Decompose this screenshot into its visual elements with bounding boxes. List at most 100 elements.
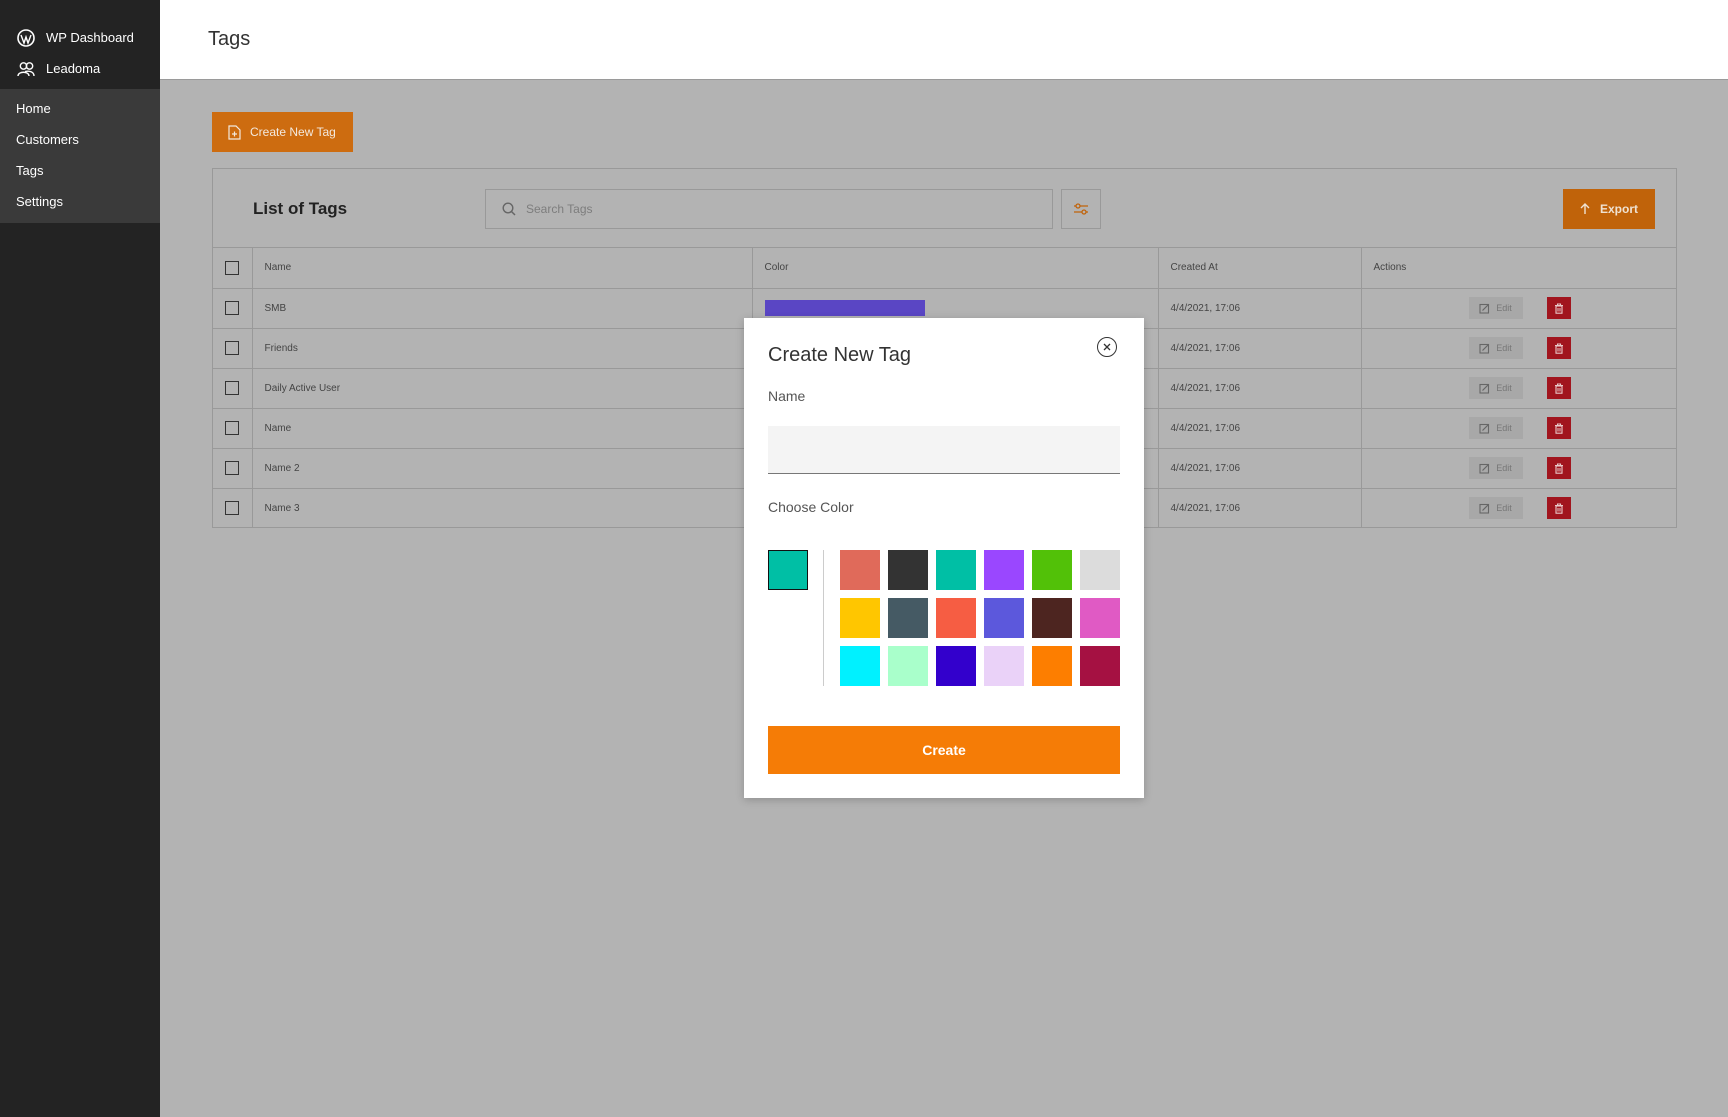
- delete-button[interactable]: [1546, 337, 1571, 359]
- edit-button[interactable]: Edit: [1468, 457, 1523, 479]
- tag-name-cell: SMB: [251, 287, 753, 329]
- sidebar: WP Dashboard Leadoma Home Customers Tags…: [0, 0, 160, 1117]
- close-modal-button[interactable]: [1097, 337, 1117, 357]
- wp-dashboard-link[interactable]: WP Dashboard: [0, 22, 160, 53]
- create-new-tag-button[interactable]: Create New Tag: [212, 112, 353, 152]
- color-swatch[interactable]: [888, 550, 928, 590]
- color-swatch[interactable]: [936, 646, 976, 686]
- edit-label: Edit: [1496, 423, 1512, 433]
- sidebar-item-settings[interactable]: Settings: [0, 186, 160, 217]
- color-swatch[interactable]: [936, 598, 976, 638]
- sidebar-item-home[interactable]: Home: [0, 93, 160, 124]
- actions-cell: Edit: [1360, 407, 1676, 449]
- delete-button[interactable]: [1546, 497, 1571, 520]
- edit-button[interactable]: Edit: [1468, 297, 1523, 319]
- color-swatch[interactable]: [1080, 646, 1120, 686]
- tag-name-input[interactable]: [768, 426, 1120, 474]
- edit-label: Edit: [1496, 383, 1512, 393]
- actions-cell: Edit: [1360, 447, 1676, 489]
- delete-button[interactable]: [1546, 297, 1571, 319]
- color-swatch[interactable]: [888, 646, 928, 686]
- tag-name-cell: Name 2: [251, 447, 753, 489]
- trash-icon: [1554, 302, 1564, 314]
- tag-color-bar: [764, 300, 925, 316]
- color-swatch[interactable]: [984, 550, 1024, 590]
- tag-name-cell: Name 3: [251, 487, 753, 528]
- row-select-cell: [213, 447, 253, 489]
- created-at-cell: 4/4/2021, 17:06: [1157, 327, 1362, 369]
- color-swatch[interactable]: [936, 550, 976, 590]
- sliders-icon: [1073, 202, 1089, 216]
- row-checkbox[interactable]: [225, 501, 240, 516]
- color-swatch[interactable]: [1032, 550, 1072, 590]
- color-swatch[interactable]: [1080, 598, 1120, 638]
- created-at-cell: 4/4/2021, 17:06: [1157, 287, 1362, 329]
- search-icon: [502, 202, 516, 216]
- tags-card-header: List of Tags Search Tags Export: [213, 169, 1676, 248]
- row-select-cell: [213, 287, 253, 329]
- filter-button[interactable]: [1061, 189, 1101, 229]
- row-checkbox[interactable]: [225, 461, 240, 475]
- color-swatch[interactable]: [984, 646, 1024, 686]
- row-checkbox[interactable]: [225, 421, 240, 435]
- sidebar-item-tags[interactable]: Tags: [0, 155, 160, 186]
- column-header-actions: Actions: [1360, 248, 1676, 289]
- edit-button[interactable]: Edit: [1468, 417, 1523, 439]
- create-button[interactable]: Create: [768, 726, 1120, 774]
- color-swatch-grid: [840, 550, 1120, 686]
- export-button[interactable]: Export: [1563, 189, 1655, 229]
- selected-color-swatch: [768, 550, 808, 590]
- column-header-name[interactable]: Name: [251, 248, 753, 289]
- row-checkbox[interactable]: [225, 301, 240, 315]
- sidebar-item-customers[interactable]: Customers: [0, 124, 160, 155]
- column-header-color[interactable]: Color: [751, 248, 1159, 289]
- edit-icon: [1479, 383, 1490, 394]
- edit-button[interactable]: Edit: [1468, 497, 1523, 520]
- color-swatch[interactable]: [1032, 598, 1072, 638]
- color-swatch[interactable]: [840, 646, 880, 686]
- edit-button[interactable]: Edit: [1468, 337, 1523, 359]
- edit-label: Edit: [1496, 343, 1512, 353]
- sidebar-brand-area: WP Dashboard Leadoma: [0, 0, 160, 89]
- trash-icon: [1554, 382, 1564, 394]
- edit-icon: [1479, 503, 1490, 514]
- delete-button[interactable]: [1546, 377, 1571, 399]
- color-swatch[interactable]: [1032, 646, 1072, 686]
- row-checkbox[interactable]: [225, 381, 240, 395]
- delete-button[interactable]: [1546, 457, 1571, 479]
- select-all-checkbox[interactable]: [225, 260, 240, 275]
- color-swatch[interactable]: [840, 550, 880, 590]
- export-label: Export: [1599, 202, 1638, 216]
- color-swatch[interactable]: [984, 598, 1024, 638]
- created-at-cell: 4/4/2021, 17:06: [1157, 487, 1362, 528]
- trash-icon: [1554, 342, 1564, 354]
- leadoma-link[interactable]: Leadoma: [0, 53, 160, 84]
- row-checkbox[interactable]: [225, 341, 240, 355]
- create-tag-modal: Create New Tag Name Choose Color Create: [744, 318, 1144, 798]
- created-at-cell: 4/4/2021, 17:06: [1157, 407, 1362, 449]
- created-at-cell: 4/4/2021, 17:06: [1157, 367, 1362, 409]
- modal-title: Create New Tag: [768, 344, 912, 366]
- actions-cell: Edit: [1360, 487, 1676, 528]
- create-new-tag-label: Create New Tag: [250, 125, 336, 139]
- created-at-cell: 4/4/2021, 17:06: [1157, 447, 1362, 489]
- color-swatch[interactable]: [840, 598, 880, 638]
- delete-button[interactable]: [1546, 417, 1571, 439]
- color-swatch[interactable]: [888, 598, 928, 638]
- edit-label: Edit: [1496, 503, 1512, 514]
- color-swatch[interactable]: [1080, 550, 1120, 590]
- users-icon: [16, 59, 36, 79]
- choose-color-label: Choose Color: [768, 499, 854, 515]
- search-input[interactable]: Search Tags: [485, 189, 1053, 229]
- edit-button[interactable]: Edit: [1468, 377, 1523, 399]
- edit-icon: [1479, 463, 1490, 474]
- actions-cell: Edit: [1360, 327, 1676, 369]
- actions-cell: Edit: [1360, 287, 1676, 329]
- tag-name-cell: Friends: [251, 327, 753, 369]
- edit-icon: [1479, 423, 1490, 434]
- column-header-created-at[interactable]: Created At: [1157, 248, 1362, 289]
- trash-icon: [1554, 422, 1564, 434]
- select-all-cell: [213, 248, 253, 289]
- trash-icon: [1554, 503, 1564, 514]
- file-plus-icon: [228, 124, 241, 140]
